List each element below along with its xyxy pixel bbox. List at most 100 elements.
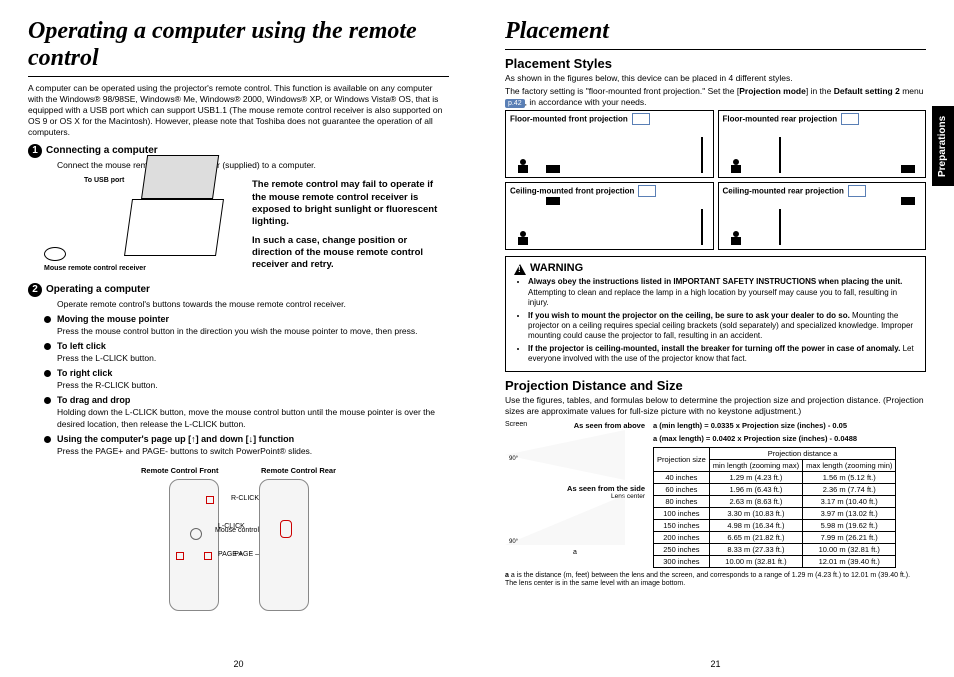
- mouse-callout: Mouse control: [215, 527, 259, 534]
- b3-title: To right click: [57, 368, 112, 378]
- warning-note-2: In such a case, change position or direc…: [252, 235, 449, 272]
- laptop-icon: [124, 199, 224, 256]
- b1-title: Moving the mouse pointer: [57, 314, 169, 324]
- receiver-label: Mouse remote control receiver: [44, 265, 146, 272]
- projection-mode-icon: [638, 185, 656, 197]
- warn-item-2: If you wish to mount the projector on th…: [528, 311, 917, 342]
- step-1-icon: 1: [28, 144, 42, 158]
- warning-box: WARNING Always obey the instructions lis…: [505, 256, 926, 371]
- th-max: max length (zooming min): [803, 459, 896, 471]
- left-page: Operating a computer using the remote co…: [0, 0, 477, 677]
- bullet-icon: [44, 370, 51, 377]
- table-row: 300 inches10.00 m (32.81 ft.)12.01 m (39…: [654, 555, 896, 567]
- projection-mode-icon: [848, 185, 866, 197]
- b3-desc: Press the R-CLICK button.: [57, 380, 449, 391]
- person-icon: [516, 231, 530, 245]
- warning-note-1: The remote control may fail to operate i…: [252, 179, 449, 228]
- projection-table: Projection sizeProjection distance a min…: [653, 447, 896, 568]
- intro-text: A computer can be operated using the pro…: [28, 83, 449, 138]
- pagep-callout: PAGE +: [218, 551, 243, 558]
- placement-grid: Floor-mounted front projection Floor-mou…: [505, 110, 926, 250]
- screen-icon: [779, 209, 781, 245]
- b2-title: To left click: [57, 341, 106, 351]
- step-2-icon: 2: [28, 283, 42, 297]
- formula-min: a (min length) = 0.0335 x Projection siz…: [653, 421, 896, 430]
- section2-text: Operate remote control's buttons towards…: [57, 299, 449, 310]
- screen-icon: [701, 137, 703, 173]
- angle-90: 90°: [509, 539, 518, 545]
- b5-title: Using the computer's page up [↑] and dow…: [57, 434, 294, 444]
- above-label: As seen from above: [574, 421, 645, 430]
- projector-icon: [901, 197, 915, 205]
- placement-floor-front: Floor-mounted front projection: [505, 110, 714, 178]
- placement-styles-heading: Placement Styles: [505, 56, 926, 71]
- remote-rear-label: Remote Control Rear: [261, 466, 336, 475]
- remote-front-icon: [169, 479, 219, 611]
- table-row: 80 inches2.63 m (8.63 ft.)3.17 m (10.40 …: [654, 495, 896, 507]
- b4-title: To drag and drop: [57, 395, 130, 405]
- th-size: Projection size: [654, 447, 710, 471]
- projector-icon: [546, 165, 560, 173]
- pd-text: Use the figures, tables, and formulas be…: [505, 395, 926, 417]
- page-title-right: Placement: [505, 18, 926, 45]
- warning-triangle-icon: [514, 264, 526, 275]
- section1-text: Connect the mouse remote control receive…: [57, 160, 449, 171]
- usb-port-label: To USB port: [84, 177, 124, 184]
- angle-90: 90°: [509, 456, 518, 462]
- screen-icon: [779, 137, 781, 173]
- side-label: As seen from the side: [567, 484, 645, 493]
- page-title-left: Operating a computer using the remote co…: [28, 18, 449, 72]
- projection-mode-icon: [841, 113, 859, 125]
- ps-text1: As shown in the figures below, this devi…: [505, 73, 926, 84]
- person-icon: [729, 159, 743, 173]
- projection-distance-heading: Projection Distance and Size: [505, 378, 926, 393]
- formula-max: a (max length) = 0.0402 x Projection siz…: [653, 434, 896, 443]
- table-row: 200 inches6.65 m (21.82 ft.)7.99 m (26.2…: [654, 531, 896, 543]
- warn-item-3: If the projector is ceiling-mounted, ins…: [528, 344, 917, 365]
- connect-figure: To USB port Mouse remote control receive…: [28, 177, 449, 277]
- person-icon: [729, 231, 743, 245]
- th-min: min length (zooming max): [709, 459, 802, 471]
- section-tab: Preparations: [932, 106, 954, 186]
- section1-heading: 1Connecting a computer: [28, 144, 449, 158]
- table-row: 40 inches1.29 m (4.23 ft.)1.56 m (5.12 f…: [654, 471, 896, 483]
- bullet-icon: [44, 436, 51, 443]
- screen-icon: [701, 209, 703, 245]
- th-dist: Projection distance a: [709, 447, 896, 459]
- bullet-icon: [44, 316, 51, 323]
- remote-figure: Remote Control Front Remote Control Rear…: [28, 465, 449, 611]
- warning-title: WARNING: [530, 262, 583, 274]
- projection-diagrams: Screen As seen from above 90° As seen fr…: [505, 421, 645, 556]
- projector-icon: [546, 197, 560, 205]
- placement-floor-rear: Floor-mounted rear projection: [718, 110, 927, 178]
- projection-mode-icon: [632, 113, 650, 125]
- table-row: 60 inches1.96 m (6.43 ft.)2.36 m (7.74 f…: [654, 483, 896, 495]
- footnote: a a is the distance (m, feet) between th…: [505, 572, 926, 589]
- receiver-icon: [44, 247, 66, 261]
- b2-desc: Press the L-CLICK button.: [57, 353, 449, 364]
- page-number-right: 21: [477, 659, 954, 669]
- table-row: 100 inches3.30 m (10.83 ft.)3.97 m (13.0…: [654, 507, 896, 519]
- page-number-left: 20: [0, 659, 477, 669]
- remote-rear-icon: [259, 479, 309, 611]
- page-ref-link[interactable]: p.42: [505, 99, 525, 108]
- remote-front-label: Remote Control Front: [141, 466, 219, 475]
- person-icon: [516, 159, 530, 173]
- ps-text2: The factory setting is "floor-mounted fr…: [505, 86, 926, 108]
- placement-ceiling-front: Ceiling-mounted front projection: [505, 182, 714, 250]
- section2-heading: 2Operating a computer: [28, 283, 449, 297]
- rclick-callout: R-CLICK: [231, 495, 259, 502]
- screen-label: Screen: [505, 421, 527, 428]
- projector-icon: [901, 165, 915, 173]
- b5-desc: Press the PAGE+ and PAGE- buttons to swi…: [57, 446, 449, 457]
- a-label: a: [505, 549, 645, 556]
- b4-desc: Holding down the L-CLICK button, move th…: [57, 407, 449, 429]
- warn-item-1: Always obey the instructions listed in I…: [528, 277, 917, 308]
- b1-desc: Press the mouse control button in the di…: [57, 326, 449, 337]
- placement-ceiling-rear: Ceiling-mounted rear projection: [718, 182, 927, 250]
- bullet-icon: [44, 343, 51, 350]
- bullet-icon: [44, 397, 51, 404]
- table-row: 150 inches4.98 m (16.34 ft.)5.98 m (19.6…: [654, 519, 896, 531]
- right-page: Placement Placement Styles As shown in t…: [477, 0, 954, 677]
- table-row: 250 inches8.33 m (27.33 ft.)10.00 m (32.…: [654, 543, 896, 555]
